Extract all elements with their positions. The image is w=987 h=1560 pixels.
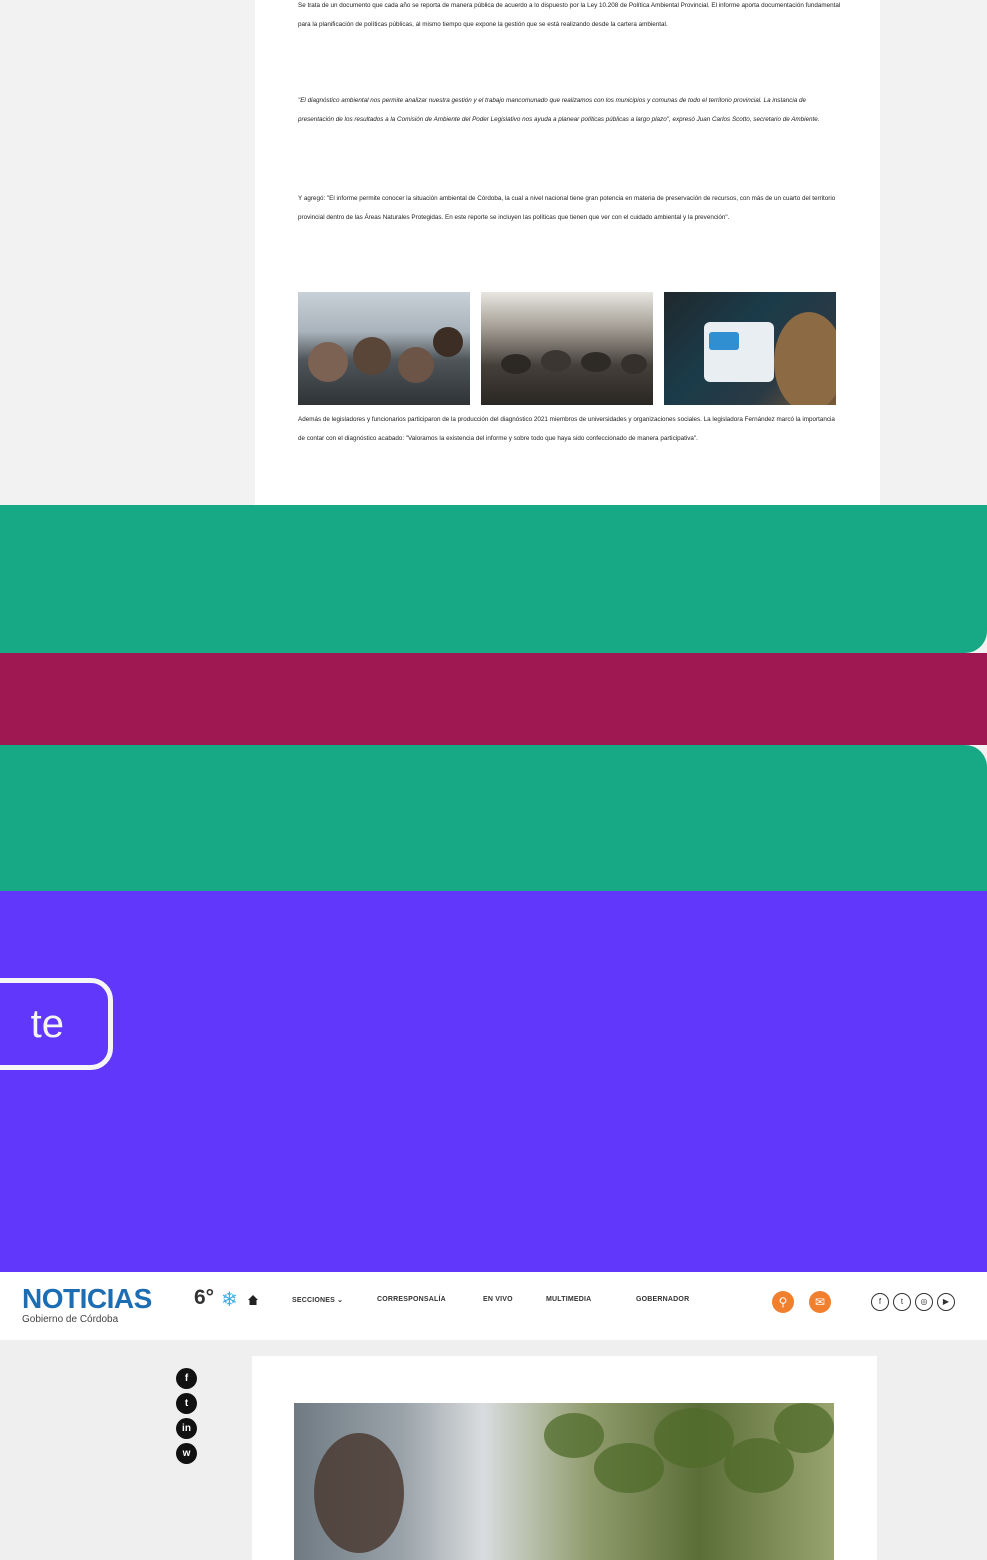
- weather-temperature: 6°: [194, 1286, 215, 1309]
- site-logo[interactable]: NOTICIAS: [22, 1284, 152, 1314]
- green-band-bottom: [0, 745, 987, 891]
- nav-item-corresponsalia[interactable]: CORRESPONSALÍA: [377, 1296, 446, 1303]
- twitter-icon[interactable]: t: [893, 1293, 911, 1311]
- magenta-band: [0, 653, 987, 745]
- instagram-icon[interactable]: ◎: [915, 1293, 933, 1311]
- snowflake-icon: ❄: [221, 1289, 238, 1311]
- purple-band: [0, 891, 987, 1272]
- share-facebook-icon[interactable]: f: [176, 1368, 197, 1389]
- green-band-top: [0, 505, 987, 653]
- share-whatsapp-icon[interactable]: w: [176, 1443, 197, 1464]
- report-document-photo: [664, 292, 836, 405]
- article-paragraph: Y agregó: "El informe permite conocer la…: [298, 195, 836, 221]
- site-logo-subtitle: Gobierno de Córdoba: [22, 1314, 119, 1325]
- newsletter-button[interactable]: ✉: [809, 1291, 831, 1313]
- nav-item-en-vivo[interactable]: EN VIVO: [483, 1296, 513, 1303]
- site-header: NOTICIAS Gobierno de Córdoba 6° ❄ SECCIO…: [0, 1272, 987, 1340]
- article-screenshot-top: Se trata de un documento que cada año se…: [0, 0, 987, 505]
- article-hero-image: [294, 1403, 834, 1560]
- conference-room-photo: [481, 292, 653, 405]
- nav-item-gobernador[interactable]: GOBERNADOR: [636, 1296, 689, 1303]
- share-linkedin-icon[interactable]: in: [176, 1418, 197, 1439]
- mail-icon: ✉: [814, 1295, 826, 1309]
- article-paragraph: Además de legisladores y funcionarios pa…: [298, 416, 835, 442]
- share-twitter-icon[interactable]: t: [176, 1393, 197, 1414]
- article-card: [252, 1356, 877, 1560]
- article-quote-paragraph: "El diagnóstico ambiental nos permite an…: [298, 97, 820, 123]
- article-paragraph: Se trata de un documento que cada año se…: [298, 2, 841, 28]
- article-card: Se trata de un documento que cada año se…: [255, 0, 880, 505]
- meeting-photo: [298, 292, 470, 405]
- news-site-screenshot: NOTICIAS Gobierno de Córdoba 6° ❄ SECCIO…: [0, 1272, 987, 1560]
- share-bar: f t in w: [176, 1368, 198, 1468]
- home-icon[interactable]: [247, 1294, 259, 1306]
- outline-button[interactable]: te: [0, 978, 113, 1070]
- facebook-icon[interactable]: f: [871, 1293, 889, 1311]
- search-button[interactable]: ⚲: [772, 1291, 794, 1313]
- search-icon: ⚲: [778, 1295, 788, 1309]
- youtube-icon[interactable]: ▶: [937, 1293, 955, 1311]
- nav-item-multimedia[interactable]: MULTIMEDIA: [546, 1296, 591, 1303]
- nav-item-secciones[interactable]: SECCIONES ⌄: [292, 1296, 343, 1304]
